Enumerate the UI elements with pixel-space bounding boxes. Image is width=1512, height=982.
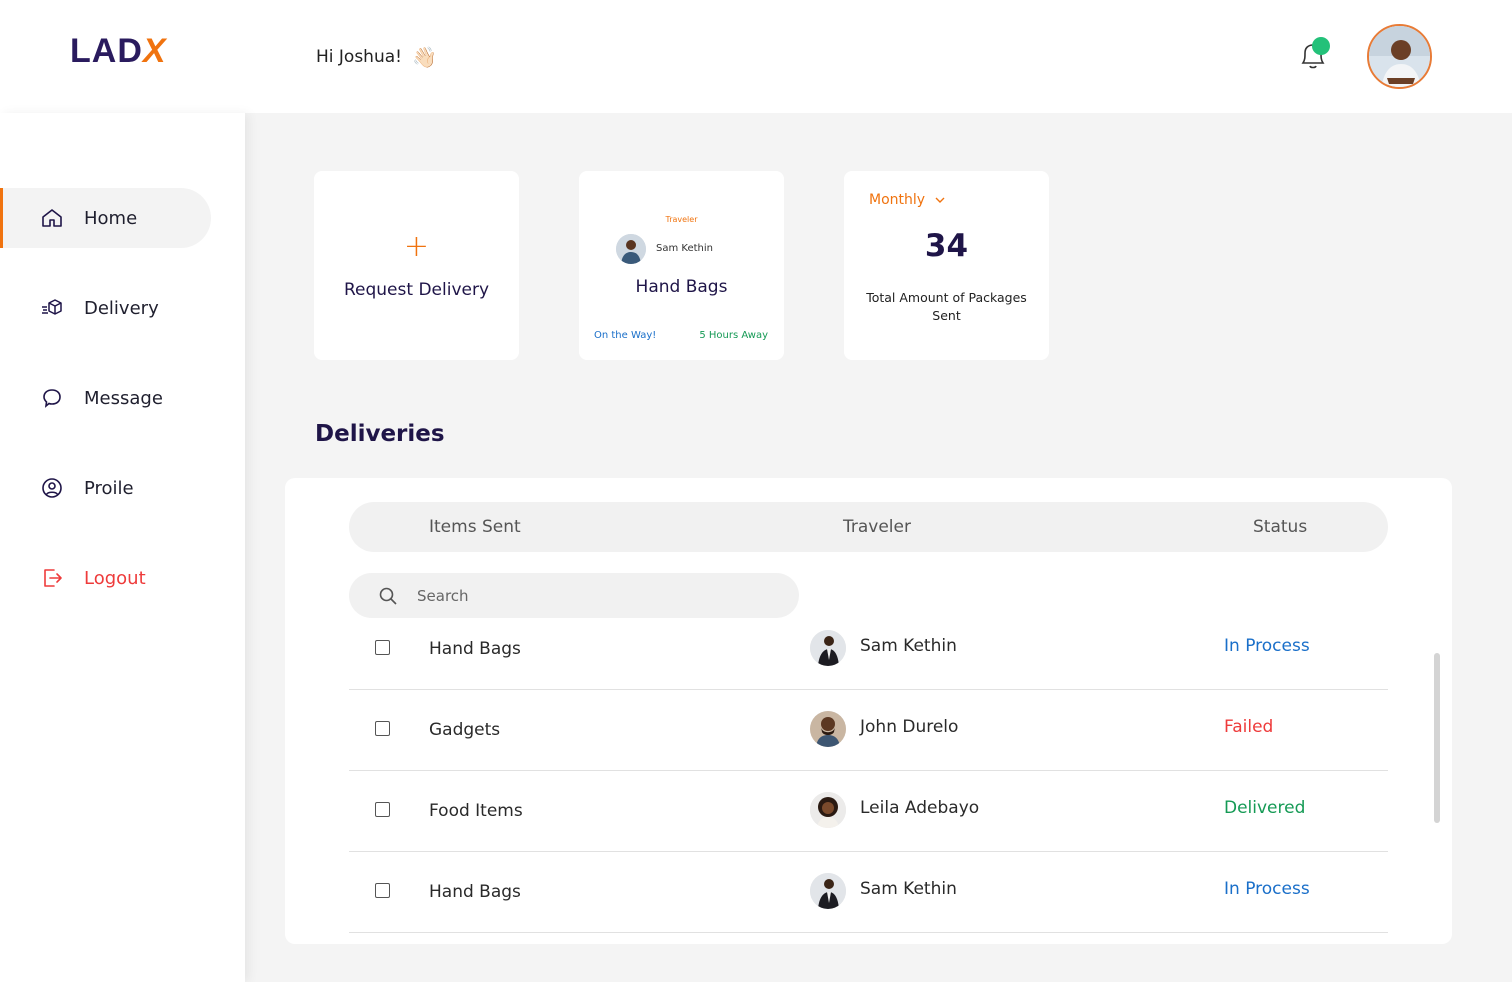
sidebar-item-profile[interactable]: Proile <box>0 458 211 518</box>
logout-icon <box>44 569 62 587</box>
logo-text-accent: X <box>142 32 167 70</box>
delivery-box-icon <box>42 299 62 315</box>
sidebar: Home Delivery Message Proile Logout <box>0 113 245 982</box>
logo-text-main: LAD <box>70 32 143 70</box>
sidebar-item-label: Message <box>84 387 163 409</box>
search-input[interactable] <box>417 586 757 605</box>
ladx-logo[interactable]: LAD X <box>70 32 167 71</box>
sidebar-item-logout[interactable]: Logout <box>0 548 211 608</box>
packages-description: Total Amount of Packages Sent <box>866 290 1027 323</box>
row-checkbox[interactable] <box>375 883 390 898</box>
row-item: Hand Bags <box>429 882 521 902</box>
notification-dot <box>1312 37 1330 55</box>
traveler-avatar <box>810 873 846 909</box>
row-traveler: Sam Kethin <box>860 636 957 656</box>
delivery-item-name: Hand Bags <box>635 277 728 297</box>
deliveries-panel: Items Sent Traveler Status Hand Bags Sam… <box>285 478 1452 944</box>
user-avatar[interactable] <box>1367 24 1432 89</box>
row-traveler: John Durelo <box>860 717 959 737</box>
current-delivery-card[interactable]: Traveler Sam Kethin Hand Bags On the Way… <box>579 171 784 360</box>
user-circle-icon <box>42 478 62 498</box>
search-icon <box>379 587 397 605</box>
waving-hand-icon: 👋🏻 <box>411 45 437 69</box>
traveler-label: Traveler <box>665 215 698 224</box>
column-traveler: Traveler <box>843 517 911 537</box>
row-item: Gadgets <box>429 720 501 740</box>
row-traveler: Sam Kethin <box>860 879 957 899</box>
sidebar-item-label: Logout <box>84 567 146 589</box>
delivery-eta: 5 Hours Away <box>699 330 768 341</box>
sidebar-item-delivery[interactable]: Delivery <box>0 278 211 338</box>
table-scrollbar[interactable] <box>1434 653 1440 823</box>
traveler-avatar <box>810 711 846 747</box>
request-delivery-label: Request Delivery <box>343 279 490 300</box>
sidebar-item-home[interactable]: Home <box>0 188 211 248</box>
traveler-avatar <box>616 234 646 264</box>
sidebar-item-label: Proile <box>84 477 134 499</box>
table-row[interactable]: Hand Bags Sam Kethin In Process <box>349 852 1388 933</box>
row-checkbox[interactable] <box>375 802 390 817</box>
column-status: Status <box>1253 517 1308 537</box>
table-header: Items Sent Traveler Status <box>349 502 1388 552</box>
row-item: Hand Bags <box>429 639 521 659</box>
period-label: Monthly <box>869 192 926 208</box>
delivery-progress-text: On the Way! <box>594 330 657 341</box>
sidebar-item-message[interactable]: Message <box>0 368 211 428</box>
column-items-sent: Items Sent <box>429 517 521 537</box>
main-content: + Request Delivery Traveler Sam Kethin H… <box>245 113 1512 982</box>
request-delivery-card[interactable]: + Request Delivery <box>314 171 519 360</box>
sidebar-item-label: Delivery <box>84 297 159 319</box>
top-bar: LAD X Hi Joshua! 👋🏻 <box>0 0 1512 113</box>
sidebar-item-label: Home <box>84 207 138 229</box>
row-status: Delivered <box>1224 798 1306 818</box>
packages-count: 34 <box>924 228 969 264</box>
chevron-down-icon <box>935 197 945 203</box>
greeting-text: Hi Joshua! <box>316 47 402 67</box>
traveler-name: Sam Kethin <box>656 243 713 254</box>
row-status: In Process <box>1224 636 1310 656</box>
home-icon <box>42 209 62 227</box>
row-checkbox[interactable] <box>375 640 390 655</box>
table-row[interactable]: Gadgets John Durelo Failed <box>349 690 1388 771</box>
period-dropdown[interactable]: Monthly <box>869 192 945 208</box>
greeting: Hi Joshua! 👋🏻 <box>316 45 437 69</box>
row-traveler: Leila Adebayo <box>860 798 980 818</box>
plus-icon: + <box>403 228 430 264</box>
chat-bubble-icon <box>43 389 61 408</box>
deliveries-title: Deliveries <box>315 421 445 447</box>
traveler-avatar <box>810 630 846 666</box>
row-status: Failed <box>1224 717 1274 737</box>
row-item: Food Items <box>429 801 523 821</box>
packages-stats-card: Monthly 34 Total Amount of Packages Sent <box>844 171 1049 360</box>
table-row[interactable]: Hand Bags Sam Kethin In Process <box>349 609 1388 690</box>
table-row[interactable]: Food Items Leila Adebayo Delivered <box>349 771 1388 852</box>
traveler-avatar <box>810 792 846 828</box>
row-status: In Process <box>1224 879 1310 899</box>
row-checkbox[interactable] <box>375 721 390 736</box>
